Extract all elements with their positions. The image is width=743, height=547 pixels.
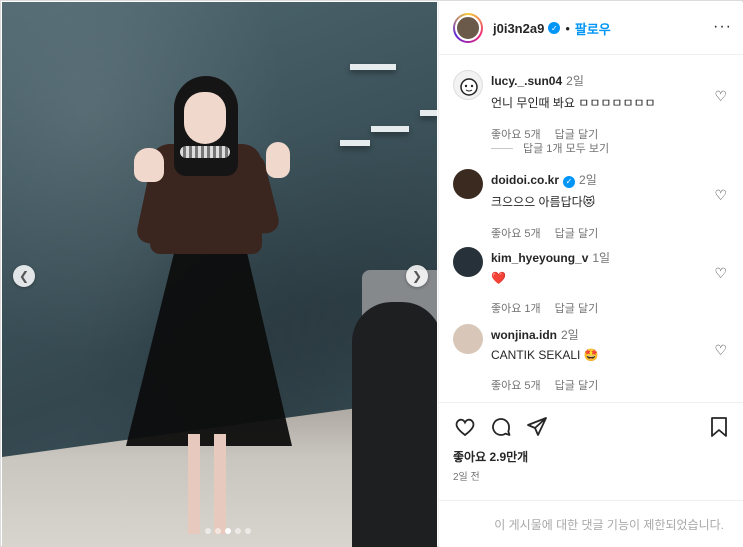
wall-shelf (420, 110, 437, 116)
post-side-panel: j0i3n2a9 ✓ • 팔로우 ··· lucy._.sun04 2일 언니 무… (438, 2, 743, 547)
verified-badge-icon: ✓ (563, 175, 576, 188)
author-username[interactable]: j0i3n2a9 (493, 21, 544, 36)
comment-text: ❤️ (491, 271, 506, 285)
verified-badge-icon: ✓ (548, 22, 561, 34)
carousel-dot (205, 528, 211, 534)
post-header: j0i3n2a9 ✓ • 팔로우 ··· (439, 2, 743, 55)
comment-text: 크으으으 아름답다😻 (491, 195, 596, 209)
reply-button[interactable]: 답글 달기 (555, 300, 599, 316)
woman-figure (122, 74, 302, 544)
carousel-dots (205, 528, 251, 534)
commenter-avatar[interactable] (453, 70, 483, 100)
comments-restricted-notice: 이 게시물에 대한 댓글 기능이 제한되었습니다. (439, 500, 743, 547)
bookmark-icon[interactable] (707, 415, 731, 439)
follow-button[interactable]: 팔로우 (575, 19, 611, 38)
commenter-avatar[interactable] (453, 324, 483, 354)
comment-like-count[interactable]: 좋아요 5개 (491, 377, 541, 393)
comment-time: 2일 (566, 74, 584, 88)
heart-icon[interactable]: ♡ (714, 265, 727, 282)
comment-username[interactable]: lucy._.sun04 (491, 74, 562, 88)
view-replies-label: 답글 1개 모두 보기 (523, 143, 610, 155)
wall-shelf (371, 126, 409, 132)
wall-shelf (350, 64, 396, 70)
separator-dot: • (565, 20, 570, 36)
view-replies-button[interactable]: 답글 1개 모두 보기 (491, 140, 609, 156)
comment-time: 2일 (561, 328, 579, 342)
post-timestamp: 2일 전 (453, 472, 480, 483)
share-icon[interactable] (525, 415, 549, 439)
likes-count[interactable]: 좋아요 2.9만개 (453, 448, 528, 465)
chevron-right-icon: ❯ (411, 269, 423, 283)
replies-line (491, 147, 513, 149)
comment-text: 언니 무인때 봐요 ㅁㅁㅁㅁㅁㅁㅁ (491, 96, 656, 110)
comment-icon[interactable] (489, 415, 513, 439)
post-actions-bar (439, 402, 743, 444)
post-photo: ❮ ❯ (2, 2, 437, 547)
heart-icon[interactable]: ♡ (714, 187, 727, 204)
comment-time: 2일 (579, 173, 597, 187)
commenter-avatar[interactable] (453, 247, 483, 277)
post-modal: ❮ ❯ j0i3n2a9 ✓ • 팔로우 ··· lucy._.sun04 2일… (0, 0, 743, 547)
comment-text: CANTIK SEKALI 🤩 (491, 348, 599, 362)
commenter-avatar[interactable] (453, 169, 483, 199)
heart-icon[interactable]: ♡ (714, 342, 727, 359)
carousel-dot (215, 528, 221, 534)
carousel-dot (245, 528, 251, 534)
chevron-left-icon: ❮ (18, 269, 30, 283)
heart-icon[interactable]: ♡ (714, 88, 727, 105)
heart-icon[interactable] (453, 415, 477, 439)
comment-username[interactable]: kim_hyeyoung_v (491, 251, 588, 265)
comments-list: lucy._.sun04 2일 언니 무인때 봐요 ㅁㅁㅁㅁㅁㅁㅁ 좋아요 5개 답… (439, 56, 743, 401)
reply-button[interactable]: 답글 달기 (555, 225, 599, 241)
comment-like-count[interactable]: 좋아요 5개 (491, 225, 541, 241)
wall-shelf (340, 140, 370, 146)
comment-like-count[interactable]: 좋아요 1개 (491, 300, 541, 316)
author-avatar[interactable] (453, 13, 483, 43)
carousel-dot (235, 528, 241, 534)
previous-photo-button[interactable]: ❮ (13, 265, 35, 287)
carousel-dot-active (225, 528, 231, 534)
photographer-silhouette (352, 302, 437, 547)
more-options-icon[interactable]: ··· (713, 18, 732, 36)
comment-time: 1일 (592, 251, 611, 265)
comment-username[interactable]: wonjina.idn (491, 328, 557, 342)
next-photo-button[interactable]: ❯ (406, 265, 428, 287)
reply-button[interactable]: 답글 달기 (555, 377, 599, 393)
comment-username[interactable]: doidoi.co.kr (491, 173, 559, 187)
